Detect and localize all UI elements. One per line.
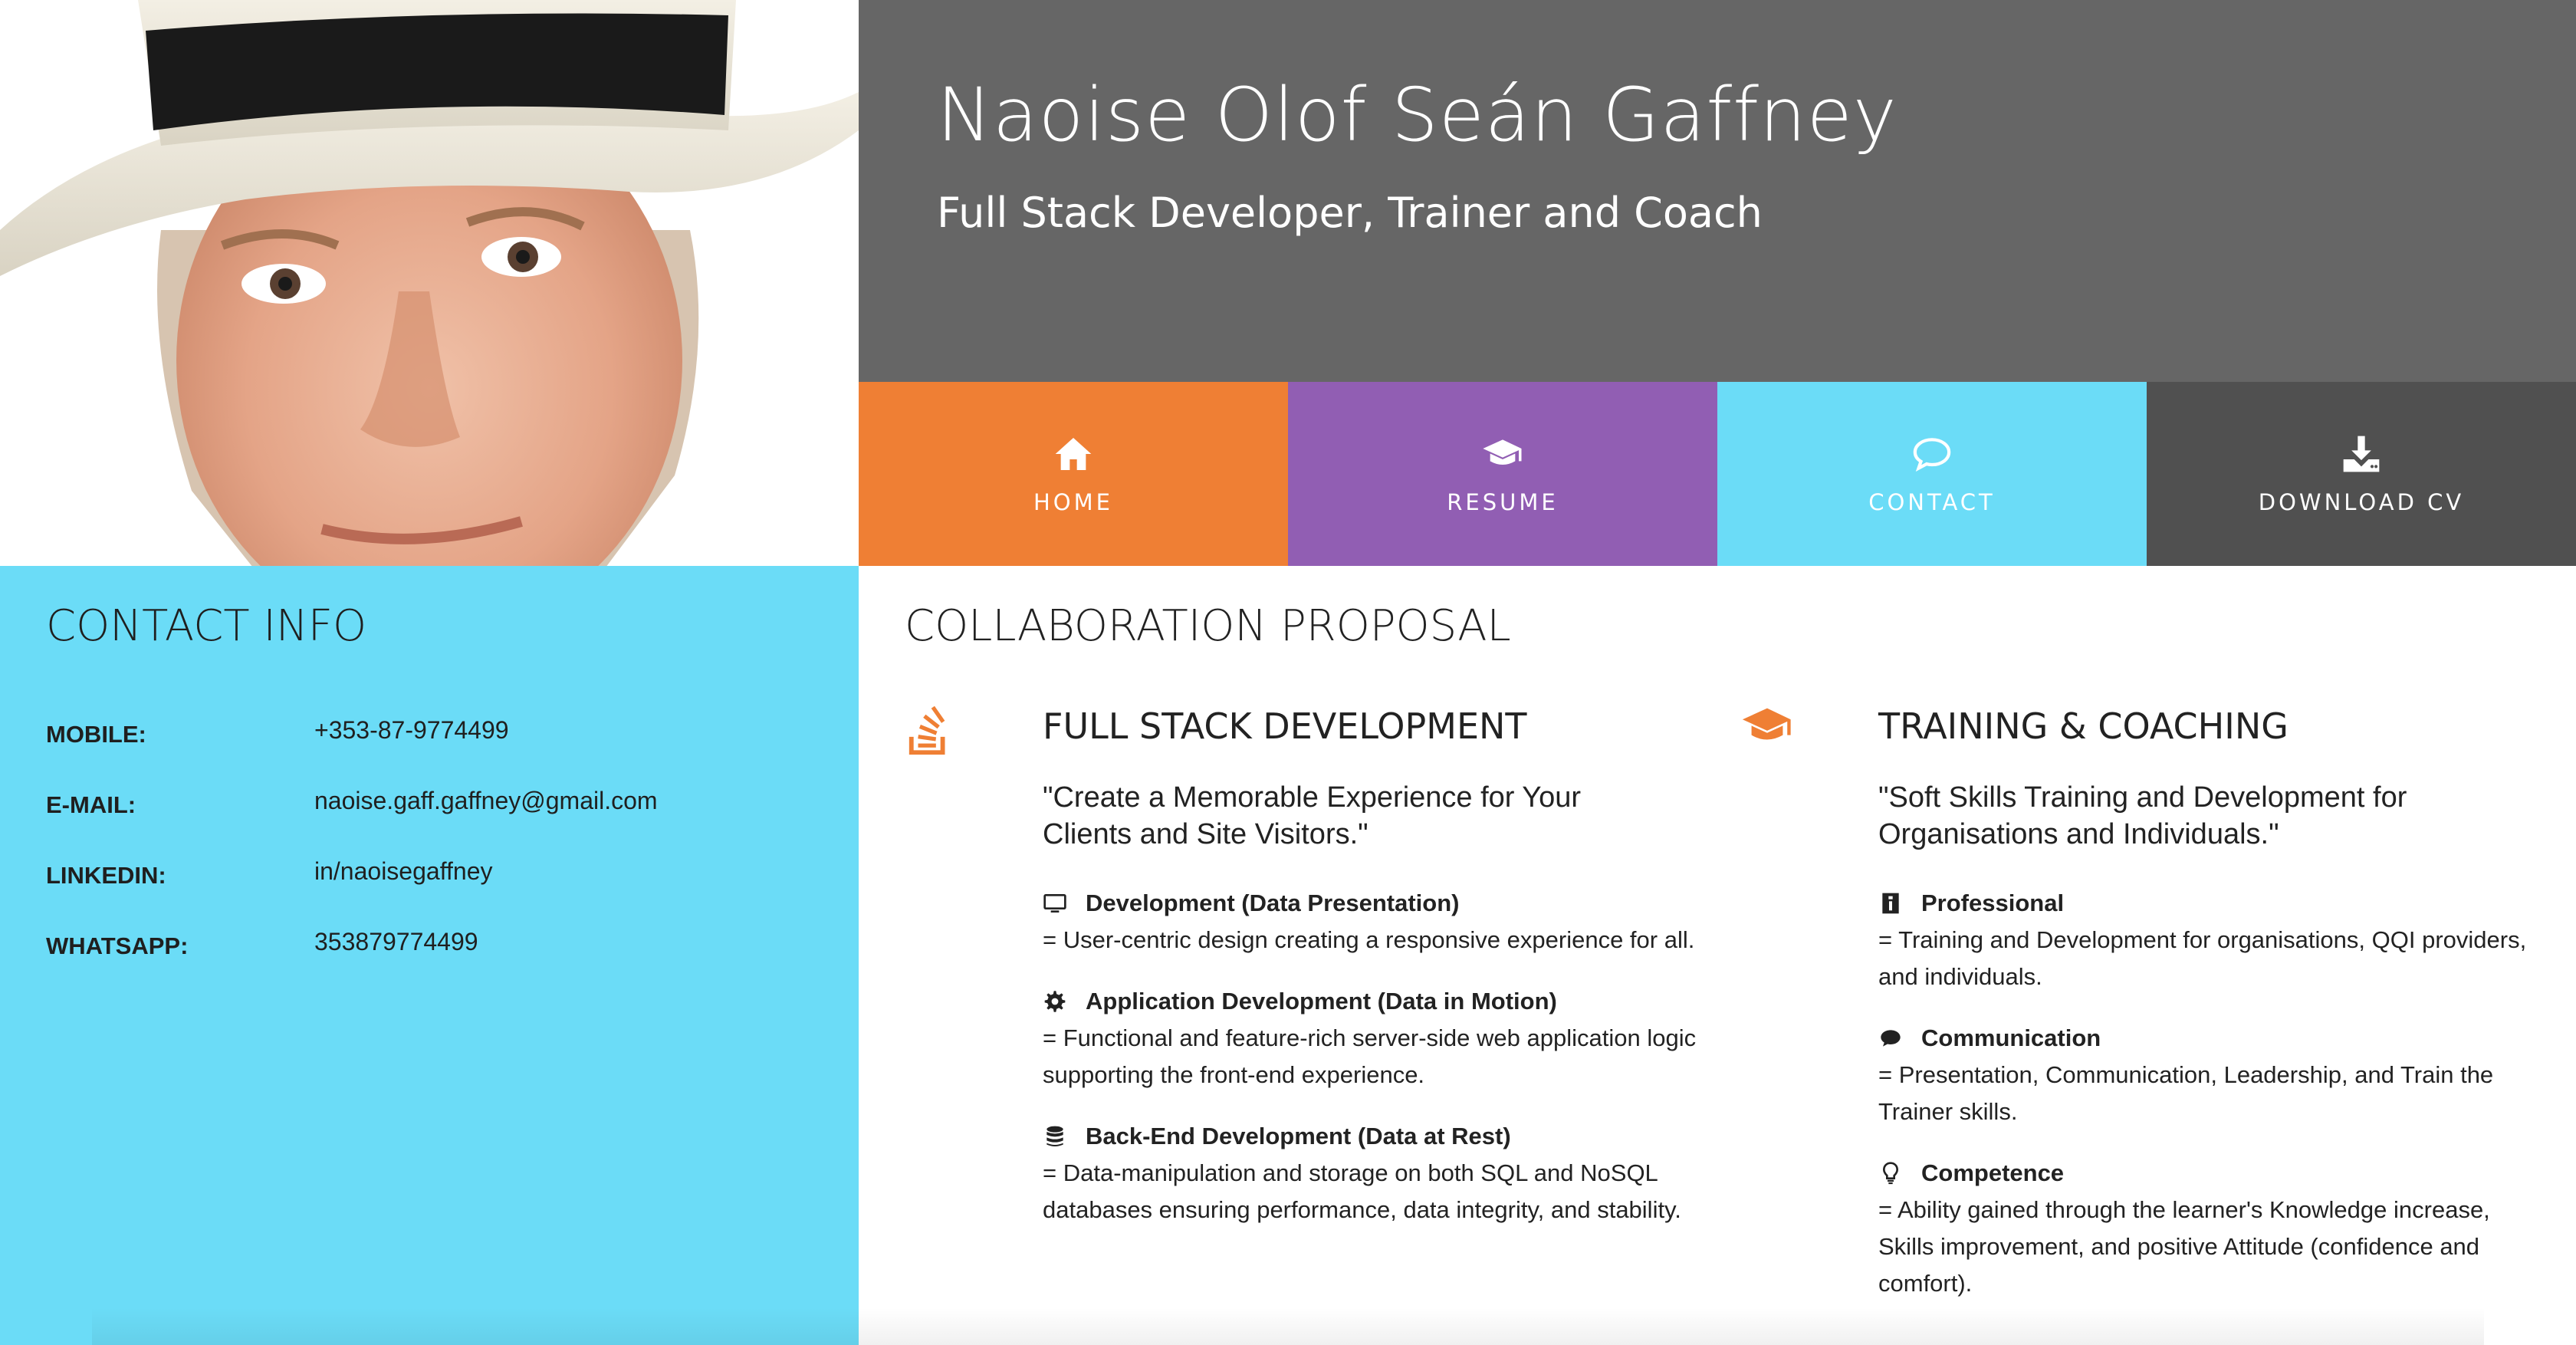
item-title: Communication bbox=[1921, 1024, 2101, 1051]
list-item: Competence = Ability gained through the … bbox=[1878, 1155, 2538, 1302]
item-desc: = Data-manipulation and storage on both … bbox=[1043, 1159, 1681, 1223]
item-desc: = Presentation, Communication, Leadershi… bbox=[1878, 1061, 2494, 1125]
contact-value-email[interactable]: naoise.gaff.gaffney@gmail.com bbox=[314, 787, 658, 815]
full-stack-quote: "Create a Memorable Experience for Your … bbox=[1043, 781, 1582, 850]
nav-download-cv[interactable]: DOWNLOAD CV bbox=[2147, 382, 2576, 566]
item-title: Development (Data Presentation) bbox=[1086, 890, 1460, 916]
item-desc: = Functional and feature-rich server-sid… bbox=[1043, 1024, 1697, 1088]
header: Naoise Olof Seán Gaffney Full Stack Deve… bbox=[859, 0, 2576, 382]
contact-row-whatsapp: WHATSAPP: 353879774499 bbox=[46, 925, 828, 971]
item-title: Competence bbox=[1921, 1159, 2065, 1186]
comment-icon bbox=[1881, 1030, 1901, 1047]
contact-value-mobile[interactable]: +353-87-9774499 bbox=[314, 716, 509, 745]
contact-info-panel: CONTACT INFO MOBILE: +353-87-9774499 E-M… bbox=[0, 566, 859, 1345]
page-subtitle: Full Stack Developer, Trainer and Coach bbox=[937, 189, 1763, 237]
contact-row-mobile: MOBILE: +353-87-9774499 bbox=[46, 713, 828, 759]
graduation-cap-icon bbox=[1483, 439, 1522, 465]
training-quote: "Soft Skills Training and Development fo… bbox=[1878, 781, 2407, 850]
list-item: Professional = Training and Development … bbox=[1878, 885, 2538, 995]
contact-row-linkedin: LINKEDIN: in/naoisegaffney bbox=[46, 854, 828, 900]
contact-value-whatsapp[interactable]: 353879774499 bbox=[314, 928, 478, 956]
list-item: Communication = Presentation, Communicat… bbox=[1878, 1020, 2538, 1130]
nav-download-cv-label: DOWNLOAD CV bbox=[2258, 489, 2465, 515]
nav-contact-label: CONTACT bbox=[1868, 489, 1996, 515]
profile-photo bbox=[0, 0, 859, 566]
collaboration-title: COLLABORATION PROPOSAL bbox=[905, 601, 1511, 651]
item-title: Back-End Development (Data at Rest) bbox=[1086, 1123, 1511, 1149]
stack-overflow-icon bbox=[909, 705, 945, 755]
id-badge-icon bbox=[1882, 893, 1899, 914]
training-heading: TRAINING & COACHING bbox=[1878, 705, 2288, 747]
list-item: Back-End Development (Data at Rest) = Da… bbox=[1043, 1118, 1733, 1228]
contact-row-email: E-MAIL: naoise.gaff.gaffney@gmail.com bbox=[46, 784, 828, 830]
nav-home-label: HOME bbox=[1033, 489, 1113, 515]
speech-bubble-icon bbox=[1913, 438, 1951, 472]
item-desc: = Ability gained through the learner's K… bbox=[1878, 1196, 2490, 1297]
item-title: Application Development (Data in Motion) bbox=[1086, 988, 1557, 1015]
item-desc: = Training and Development for organisat… bbox=[1878, 926, 2527, 990]
full-stack-heading: FULL STACK DEVELOPMENT bbox=[1043, 705, 1527, 747]
profile-photo-image bbox=[0, 0, 859, 566]
list-item: Application Development (Data in Motion)… bbox=[1043, 983, 1733, 1093]
list-item: Development (Data Presentation) = User-c… bbox=[1043, 885, 1733, 959]
main-nav: HOME RESUME CONTACT DOWNLOAD CV bbox=[859, 382, 2576, 566]
lightbulb-icon bbox=[1882, 1162, 1899, 1185]
item-desc: = User-centric design creating a respons… bbox=[1043, 926, 1695, 953]
full-stack-column: FULL STACK DEVELOPMENT "Create a Memorab… bbox=[905, 705, 1696, 1319]
monitor-icon bbox=[1043, 894, 1066, 913]
contact-label: LINKEDIN: bbox=[46, 862, 166, 889]
page-title: Naoise Olof Seán Gaffney bbox=[937, 72, 1898, 158]
graduation-cap-icon bbox=[1742, 708, 1791, 740]
download-icon bbox=[2343, 436, 2380, 472]
collaboration-panel: COLLABORATION PROPOSAL FULL STACK DEVELO… bbox=[859, 566, 2576, 1345]
contact-label: E-MAIL: bbox=[46, 791, 136, 818]
database-icon bbox=[1046, 1126, 1063, 1146]
home-icon bbox=[1055, 438, 1092, 470]
item-title: Professional bbox=[1921, 890, 2065, 916]
contact-label: WHATSAPP: bbox=[46, 932, 189, 959]
contact-info-title: CONTACT INFO bbox=[46, 601, 367, 651]
contact-value-linkedin[interactable]: in/naoisegaffney bbox=[314, 857, 492, 886]
nav-contact[interactable]: CONTACT bbox=[1717, 382, 2147, 566]
gear-icon bbox=[1044, 991, 1066, 1012]
contact-label: MOBILE: bbox=[46, 721, 146, 748]
nav-home[interactable]: HOME bbox=[859, 382, 1288, 566]
nav-resume[interactable]: RESUME bbox=[1288, 382, 1717, 566]
training-column: TRAINING & COACHING "Soft Skills Trainin… bbox=[1740, 705, 2538, 1342]
nav-resume-label: RESUME bbox=[1447, 489, 1559, 515]
